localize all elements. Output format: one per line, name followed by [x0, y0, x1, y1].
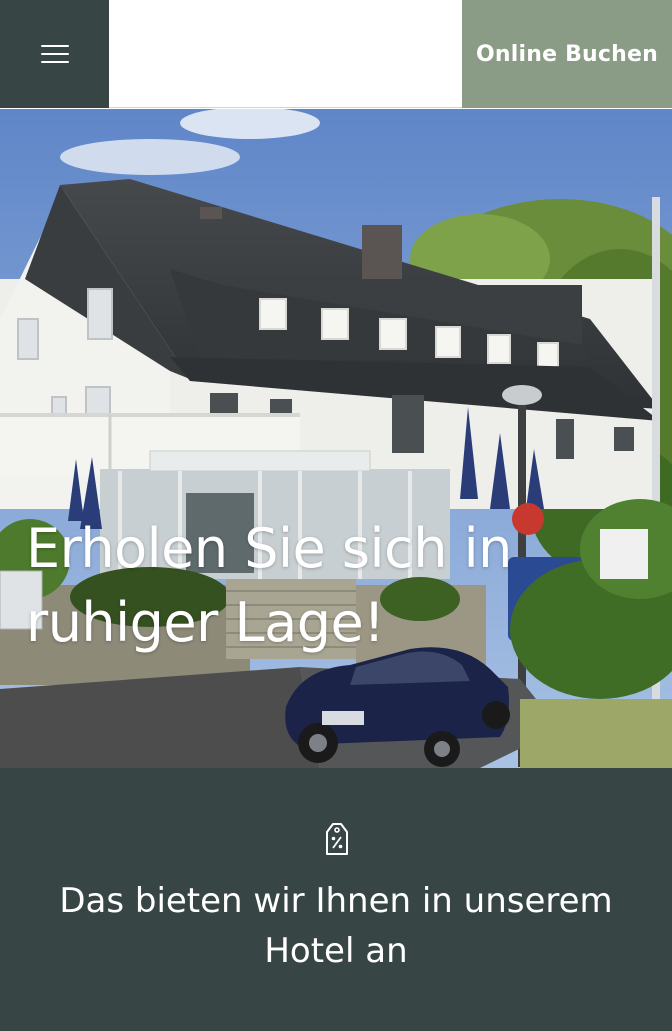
hero-title: Erholen Sie sich in ruhiger Lage!	[26, 517, 512, 654]
hotel-building-photo	[0, 109, 672, 768]
menu-button[interactable]	[0, 0, 109, 108]
offers-section: Das bieten wir Ihnen in unserem Hotel an	[0, 768, 672, 1031]
price-tag-percent-icon	[326, 823, 348, 855]
site-header: Online Buchen	[0, 0, 672, 108]
hero-banner: Erholen Sie sich in ruhiger Lage!	[0, 109, 672, 768]
hamburger-menu-icon	[40, 45, 69, 63]
offers-heading: Das bieten wir Ihnen in unserem Hotel an	[59, 881, 613, 971]
online-booking-button[interactable]: Online Buchen	[462, 0, 672, 108]
